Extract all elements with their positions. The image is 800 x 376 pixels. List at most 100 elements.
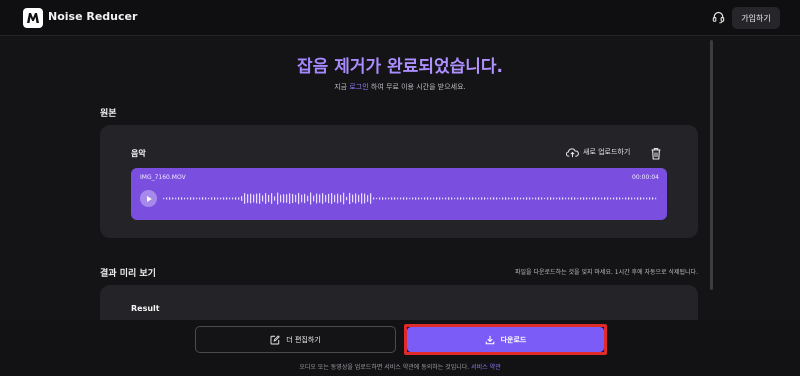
- waveform-bar: [262, 195, 264, 202]
- waveform-bar: [493, 197, 495, 200]
- logo-mark-icon: [27, 13, 39, 23]
- waveform-bar: [649, 197, 651, 200]
- waveform-bar: [358, 194, 360, 203]
- waveform-bar: [604, 197, 606, 200]
- file-name: IMG_7160.MOV: [140, 174, 186, 181]
- waveform-bar: [574, 197, 576, 200]
- login-link[interactable]: 로그인: [349, 83, 368, 91]
- download-button[interactable]: 다운로드: [407, 327, 604, 352]
- waveform-bar: [397, 197, 399, 200]
- waveform-bar: [385, 197, 387, 200]
- waveform-bar: [628, 197, 630, 200]
- waveform-bar: [193, 197, 195, 200]
- edit-more-button[interactable]: 더 편집하기: [195, 326, 396, 353]
- login-prompt-prefix: 지금: [334, 83, 348, 91]
- waveform-bar: [340, 194, 342, 203]
- waveform-bar: [640, 197, 642, 200]
- waveform-bar: [289, 193, 291, 204]
- waveform-bar: [508, 197, 510, 200]
- original-section-label: 원본: [100, 109, 117, 119]
- waveform-bar: [619, 197, 621, 200]
- waveform-bar: [187, 197, 189, 200]
- waveform-bar: [211, 197, 213, 200]
- waveform-bar: [559, 197, 561, 200]
- waveform-bar: [478, 197, 480, 200]
- waveform-bar: [430, 197, 432, 200]
- waveform-bar: [253, 194, 255, 203]
- app-name: Noise Reducer: [48, 10, 138, 23]
- waveform-bar: [499, 197, 501, 200]
- signup-button[interactable]: 가입하기: [732, 7, 780, 29]
- waveform-bar: [535, 197, 537, 200]
- waveform-bar: [190, 197, 192, 200]
- result-title: Result: [131, 304, 160, 313]
- trash-icon: [651, 148, 661, 160]
- waveform-bar: [496, 197, 498, 200]
- waveform-bar: [391, 197, 393, 200]
- waveform-bar: [655, 197, 657, 200]
- waveform-bar: [505, 197, 507, 200]
- waveform-bar: [241, 196, 243, 201]
- waveform-bar: [523, 197, 525, 200]
- download-label: 다운로드: [500, 335, 527, 344]
- waveform-bar: [424, 197, 426, 200]
- waveform-bar: [295, 194, 297, 203]
- support-button[interactable]: [709, 8, 727, 26]
- waveform-bar: [598, 197, 600, 200]
- terms-text: 오디오 또는 동영상을 업로드하면 서비스 약관에 동의하는 것입니다.: [299, 364, 470, 371]
- waveform-bar: [181, 197, 183, 200]
- waveform-bar: [376, 197, 378, 200]
- waveform-bar: [367, 195, 369, 202]
- waveform-bar: [238, 197, 240, 200]
- waveform-bar: [484, 197, 486, 200]
- auto-delete-notice: 파일을 다운로드하는 것을 잊지 마세요. 1시간 후에 자동으로 삭제됩니다.: [515, 269, 698, 276]
- play-button[interactable]: [140, 190, 157, 207]
- waveform-bar: [274, 196, 276, 201]
- waveform-bar: [256, 193, 258, 204]
- terms-link[interactable]: 서비스 약관: [471, 364, 501, 371]
- waveform-bar: [544, 197, 546, 200]
- app-logo[interactable]: [23, 8, 43, 28]
- reupload-button[interactable]: 새로 업로드하기: [566, 146, 630, 158]
- delete-button[interactable]: [650, 145, 662, 160]
- waveform-bar: [517, 197, 519, 200]
- waveform-bar: [247, 194, 249, 203]
- waveform-bar: [337, 193, 339, 204]
- waveform-bar: [364, 193, 366, 204]
- waveform-bar: [343, 192, 345, 205]
- waveform-bar: [403, 197, 405, 200]
- waveform-bar: [163, 197, 165, 200]
- waveform-bar: [223, 197, 225, 200]
- waveform-bar: [652, 197, 654, 200]
- waveform-bar: [445, 197, 447, 200]
- waveform-bar: [415, 197, 417, 200]
- waveform-bar: [370, 193, 372, 204]
- waveform-bar: [373, 197, 375, 200]
- waveform-bar: [646, 197, 648, 200]
- waveform-bar: [472, 197, 474, 200]
- waveform-bar: [172, 197, 174, 200]
- waveform-bar: [562, 197, 564, 200]
- waveform-bar: [442, 197, 444, 200]
- edit-more-label: 더 편집하기: [286, 335, 321, 344]
- waveform-bar: [565, 197, 567, 200]
- waveform-bar: [400, 197, 402, 200]
- waveform-bar: [220, 197, 222, 200]
- waveform-bar: [199, 197, 201, 200]
- waveform-bar: [169, 197, 171, 200]
- waveform-bar: [487, 197, 489, 200]
- waveform-bar: [448, 197, 450, 200]
- waveform-bar: [388, 197, 390, 200]
- waveform-bar: [580, 197, 582, 200]
- waveform-bar: [166, 197, 168, 200]
- scrollbar-thumb[interactable]: [710, 40, 713, 290]
- login-prompt-suffix: 하여 무료 이용 시간을 받으세요.: [370, 83, 466, 91]
- waveform-bar: [514, 197, 516, 200]
- reupload-label: 새로 업로드하기: [583, 148, 631, 156]
- waveform-bar: [319, 194, 321, 203]
- waveform-bar: [634, 197, 636, 200]
- waveform-bar: [301, 194, 303, 203]
- waveform-bar: [637, 197, 639, 200]
- waveform-bar: [577, 197, 579, 200]
- audio-waveform[interactable]: [163, 189, 657, 208]
